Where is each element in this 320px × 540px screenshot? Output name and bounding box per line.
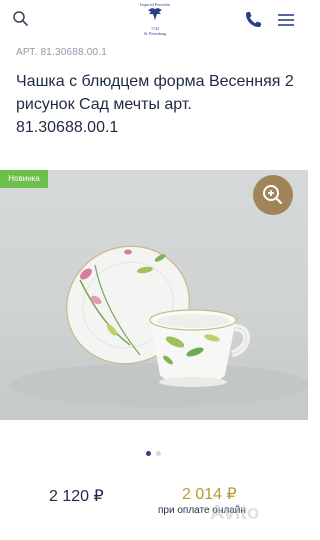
zoom-button[interactable] <box>253 175 293 215</box>
search-icon <box>13 11 28 26</box>
product-sku: АРТ. 81.30688.00.1 <box>16 47 107 58</box>
logo-city: St. Petersburg <box>143 31 167 36</box>
zoom-in-icon <box>263 185 283 205</box>
product-title: Чашка с блюдцем форма Весенняя 2 рисунок… <box>16 73 294 136</box>
pagination-dot-active[interactable] <box>146 451 151 456</box>
phone-icon <box>246 12 261 27</box>
eagle-crest-icon <box>148 8 162 20</box>
phone-button[interactable] <box>242 9 264 31</box>
online-price: 2 014 ₽ <box>182 486 237 503</box>
avito-watermark: Avito <box>210 502 260 524</box>
brand-logo[interactable]: Imperial Porcelain 1744 St. Petersburg <box>134 2 176 38</box>
new-badge: Новинка <box>0 170 48 188</box>
regular-price: 2 120 ₽ <box>49 488 104 505</box>
hamburger-menu-icon <box>278 14 294 26</box>
header: Imperial Porcelain 1744 St. Petersburg <box>0 0 308 40</box>
gallery-pagination <box>146 451 166 457</box>
pagination-dot[interactable] <box>156 451 161 456</box>
menu-button[interactable] <box>275 9 297 31</box>
search-button[interactable] <box>10 8 32 30</box>
